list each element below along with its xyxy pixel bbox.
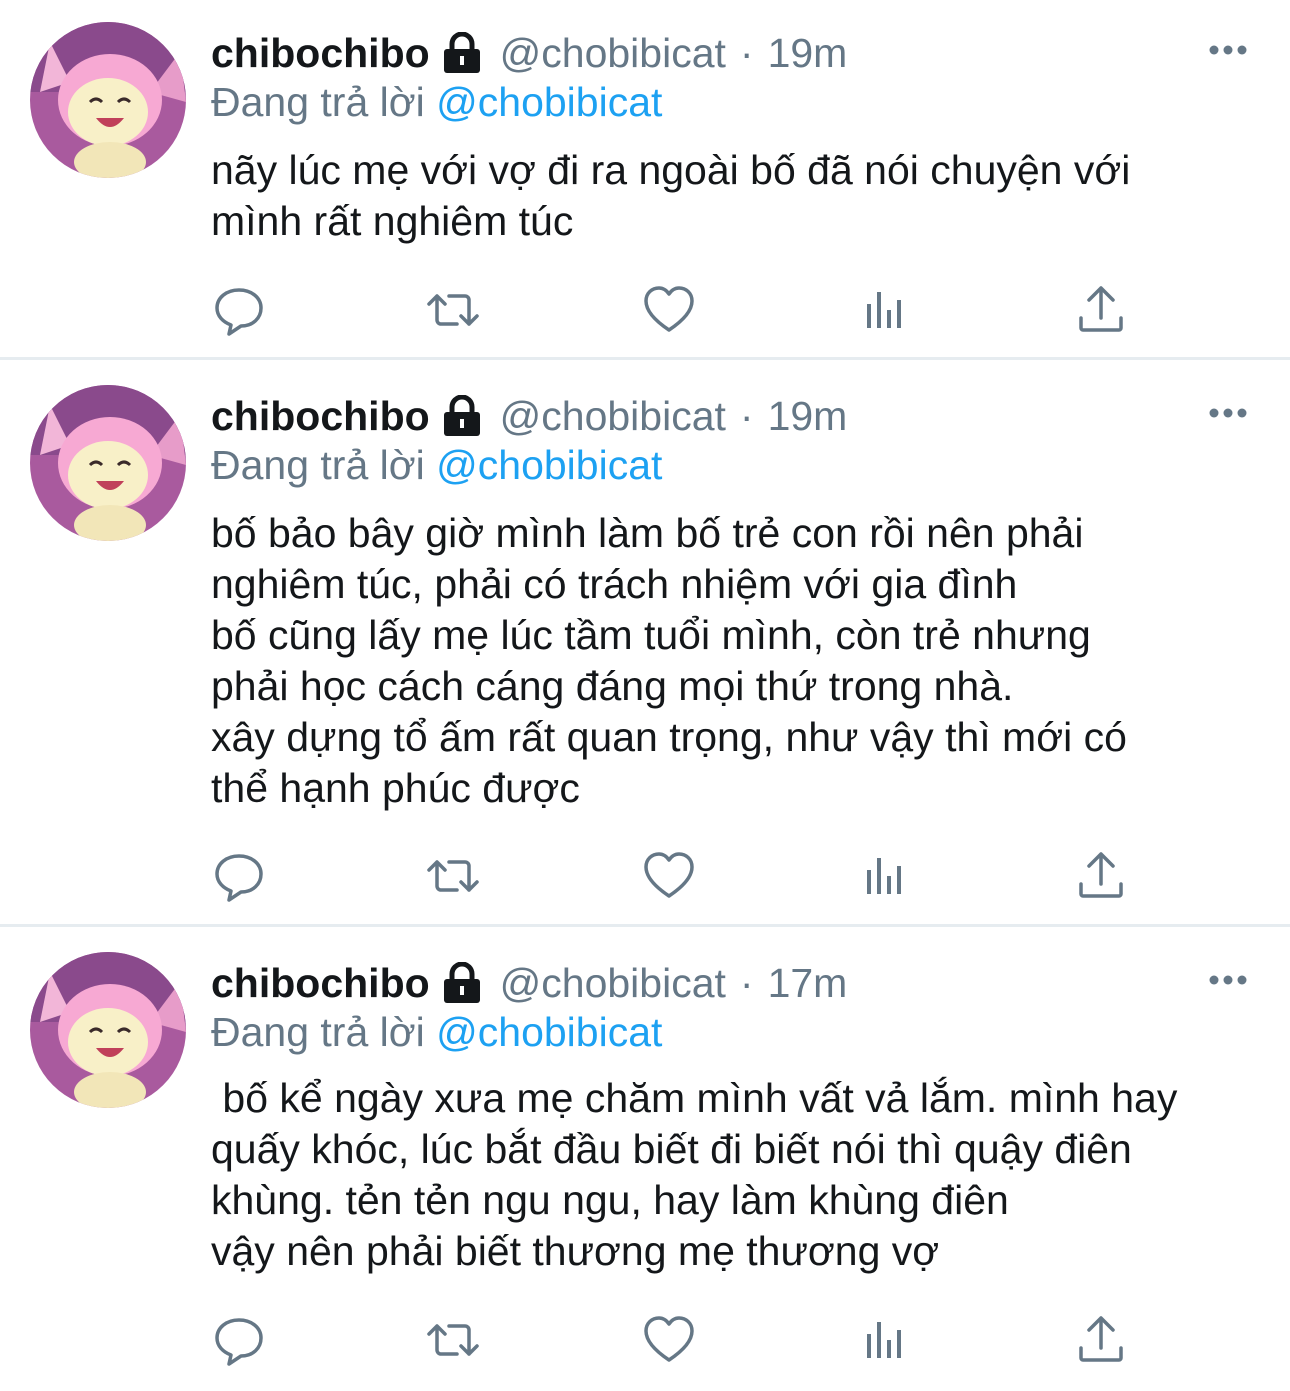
bar-chart-icon[interactable] [857, 1312, 913, 1368]
separator: · [739, 393, 754, 439]
avatar[interactable] [30, 385, 186, 541]
tweet[interactable]: chibochibo @chobibicat · 17m Đang trả lờ… [0, 927, 1290, 1391]
tweet-actions [211, 848, 1151, 908]
handle[interactable]: @chobibicat [500, 958, 726, 1008]
tweet-text: bố kể ngày xưa mẹ chăm mình vất vả lắm. … [211, 1075, 1178, 1274]
heart-icon[interactable] [641, 1312, 697, 1368]
timestamp[interactable]: 19m [768, 391, 848, 441]
display-name[interactable]: chibochibo [211, 391, 430, 441]
replying-label: Đang trả lời [211, 442, 425, 488]
share-upload-icon[interactable] [1073, 848, 1129, 904]
lock-icon [442, 961, 482, 1004]
reply-bubble-icon[interactable] [211, 848, 267, 904]
timestamp[interactable]: 17m [768, 958, 848, 1008]
bar-chart-icon[interactable] [857, 282, 913, 338]
heart-icon[interactable] [641, 848, 697, 904]
handle[interactable]: @chobibicat [500, 391, 726, 441]
tweet-text: nãy lúc mẹ với vợ đi ra ngoài bố đã nói … [211, 147, 1131, 244]
tweet-text: bố bảo bây giờ mình làm bố trẻ con rồi n… [211, 510, 1127, 811]
separator: · [739, 960, 754, 1006]
heart-icon[interactable] [641, 282, 697, 338]
retweet-icon[interactable] [425, 1312, 481, 1368]
tweet-actions [211, 1312, 1151, 1372]
more-horizontal-icon[interactable] [1208, 30, 1248, 70]
timestamp[interactable]: 19m [768, 28, 848, 78]
handle[interactable]: @chobibicat [500, 28, 726, 78]
avatar[interactable] [30, 22, 186, 178]
replying-mention-link[interactable]: @chobibicat [436, 79, 662, 125]
lock-icon [442, 31, 482, 74]
retweet-icon[interactable] [425, 282, 481, 338]
more-horizontal-icon[interactable] [1208, 393, 1248, 433]
tweet-header: chibochibo @chobibicat · 19m [211, 28, 847, 78]
tweet-header: chibochibo @chobibicat · 19m [211, 391, 847, 441]
tweet[interactable]: chibochibo @chobibicat · 19m Đang trả lờ… [0, 360, 1290, 927]
display-name[interactable]: chibochibo [211, 958, 430, 1008]
replying-to: Đang trả lời @chobibicat [211, 1007, 662, 1057]
replying-mention-link[interactable]: @chobibicat [436, 1009, 662, 1055]
replying-label: Đang trả lời [211, 79, 425, 125]
separator: · [739, 30, 754, 76]
display-name[interactable]: chibochibo [211, 28, 430, 78]
reply-bubble-icon[interactable] [211, 1312, 267, 1368]
lock-icon [442, 394, 482, 437]
reply-bubble-icon[interactable] [211, 282, 267, 338]
replying-label: Đang trả lời [211, 1009, 425, 1055]
avatar[interactable] [30, 952, 186, 1108]
share-upload-icon[interactable] [1073, 282, 1129, 338]
replying-to: Đang trả lời @chobibicat [211, 440, 662, 490]
replying-mention-link[interactable]: @chobibicat [436, 442, 662, 488]
share-upload-icon[interactable] [1073, 1312, 1129, 1368]
tweet[interactable]: chibochibo @chobibicat · 19m Đang trả lờ… [0, 0, 1290, 360]
replying-to: Đang trả lời @chobibicat [211, 77, 662, 127]
retweet-icon[interactable] [425, 848, 481, 904]
tweet-header: chibochibo @chobibicat · 17m [211, 958, 847, 1008]
bar-chart-icon[interactable] [857, 848, 913, 904]
more-horizontal-icon[interactable] [1208, 960, 1248, 1000]
tweet-actions [211, 282, 1151, 342]
